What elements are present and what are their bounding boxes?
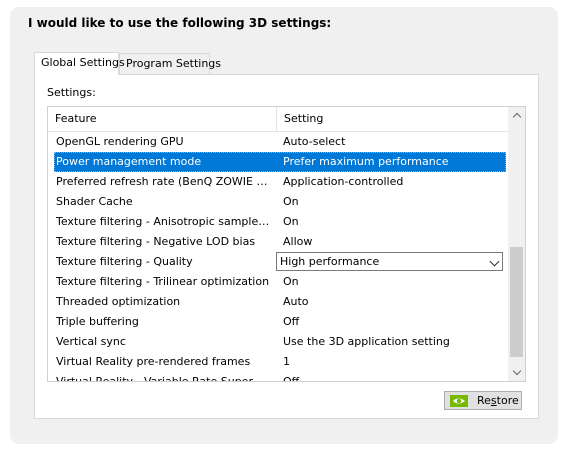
setting-cell: On — [283, 195, 299, 208]
list-row[interactable]: Virtual Reality pre-rendered frames 1 — [48, 352, 508, 372]
settings-label: Settings: — [47, 86, 96, 99]
list-row[interactable]: Vertical sync Use the 3D application set… — [48, 332, 508, 352]
list-row[interactable]: Shader Cache On — [48, 192, 508, 212]
tab-global-settings[interactable]: Global Settings — [34, 52, 125, 75]
chevron-up-icon[interactable] — [512, 112, 521, 122]
scrollbar-thumb[interactable] — [510, 247, 523, 357]
chevron-down-icon[interactable] — [489, 256, 500, 267]
list-row[interactable]: Virtual Reality - Variable Rate Super Sa… — [48, 372, 508, 382]
nvidia-logo-icon — [450, 394, 468, 407]
list-row[interactable]: Texture filtering - Quality High perform… — [48, 252, 508, 272]
setting-cell: Allow — [283, 235, 313, 248]
feature-cell: Triple buffering — [56, 315, 139, 328]
list-row-selected[interactable]: Power management mode Prefer maximum per… — [48, 152, 508, 172]
dropdown-value: High performance — [280, 255, 380, 268]
scroll-up-button[interactable] — [508, 107, 525, 124]
feature-cell: Preferred refresh rate (BenQ ZOWIE XL L.… — [56, 175, 270, 188]
feature-cell: Power management mode — [56, 155, 202, 168]
restore-label: Restore — [477, 394, 519, 407]
feature-cell: Texture filtering - Quality — [56, 255, 193, 268]
list-row[interactable]: Triple buffering Off — [48, 312, 508, 332]
setting-cell: Prefer maximum performance — [283, 155, 449, 168]
restore-button[interactable]: Restore — [444, 391, 522, 410]
feature-cell: Virtual Reality - Variable Rate Super Sa… — [56, 375, 270, 382]
chevron-down-icon[interactable] — [512, 366, 521, 376]
texture-quality-dropdown[interactable]: High performance — [276, 252, 503, 271]
tab-content: Settings: Feature Setting OpenGL renderi… — [34, 74, 539, 419]
feature-cell: Threaded optimization — [56, 295, 181, 308]
list-row[interactable]: OpenGL rendering GPU Auto-select — [48, 132, 508, 152]
feature-cell: OpenGL rendering GPU — [56, 135, 184, 148]
setting-cell: Auto — [283, 295, 309, 308]
setting-cell: Off — [283, 315, 300, 328]
page-heading: I would like to use the following 3D set… — [28, 16, 332, 30]
setting-cell: On — [283, 275, 299, 288]
list-header: Feature Setting — [48, 107, 508, 132]
column-header-setting[interactable]: Setting — [277, 107, 508, 131]
list-rows: OpenGL rendering GPU Auto-select Power m… — [48, 132, 508, 382]
feature-cell: Texture filtering - Negative LOD bias — [56, 235, 256, 248]
tab-program-settings[interactable]: Program Settings — [119, 53, 221, 74]
list-row[interactable]: Texture filtering - Negative LOD bias Al… — [48, 232, 508, 252]
feature-cell: Virtual Reality pre-rendered frames — [56, 355, 251, 368]
feature-cell: Texture filtering - Trilinear optimizati… — [56, 275, 270, 288]
setting-cell: 1 — [283, 355, 290, 368]
settings-list[interactable]: Feature Setting OpenGL rendering GPU Aut… — [47, 106, 526, 382]
setting-cell: Application-controlled — [283, 175, 404, 188]
setting-cell: Off — [283, 375, 300, 382]
list-row[interactable]: Texture filtering - Trilinear optimizati… — [48, 272, 508, 292]
feature-cell: Shader Cache — [56, 195, 133, 208]
feature-cell: Vertical sync — [56, 335, 126, 348]
column-header-feature[interactable]: Feature — [48, 107, 277, 131]
setting-cell: Use the 3D application setting — [283, 335, 450, 348]
feature-cell: Texture filtering - Anisotropic sample o… — [56, 215, 270, 228]
scroll-down-button[interactable] — [508, 364, 525, 381]
list-row[interactable]: Texture filtering - Anisotropic sample o… — [48, 212, 508, 232]
list-row[interactable]: Preferred refresh rate (BenQ ZOWIE XL L.… — [48, 172, 508, 192]
list-row[interactable]: Threaded optimization Auto — [48, 292, 508, 312]
setting-cell: Auto-select — [283, 135, 346, 148]
vertical-scrollbar[interactable] — [508, 107, 525, 381]
setting-cell: On — [283, 215, 299, 228]
